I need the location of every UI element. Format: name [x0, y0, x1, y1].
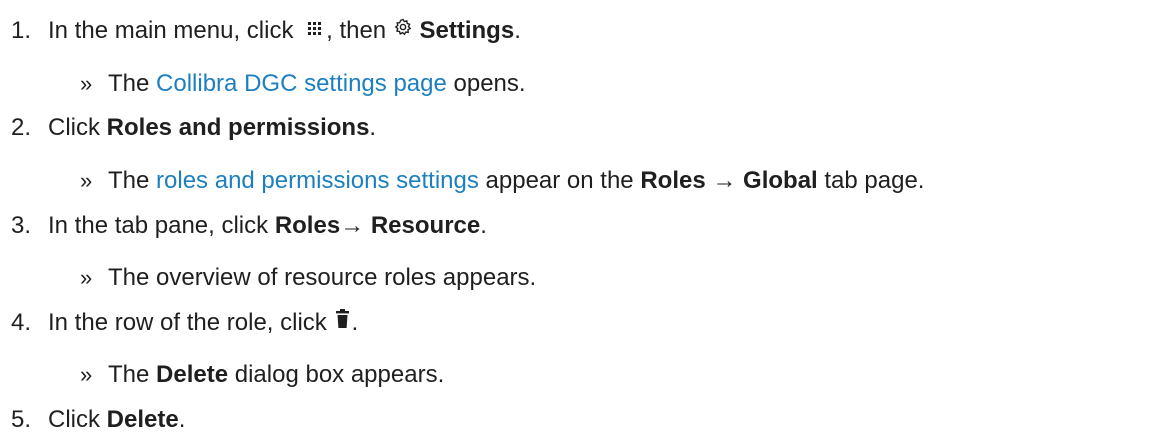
- result-marker: »: [80, 362, 93, 387]
- step-text: In the main menu, click , then Settings.: [48, 17, 521, 44]
- grid-menu-icon: [300, 19, 326, 39]
- step-number: 5.: [11, 406, 32, 433]
- roles-permissions-label: Roles and permissions: [106, 114, 370, 141]
- step-number: 2.: [11, 114, 32, 141]
- result-marker: »: [80, 71, 93, 96]
- delete-label: Delete: [106, 406, 179, 433]
- gear-icon: [393, 17, 413, 37]
- step-text: In the tab pane, click Roles→ Resource.: [48, 212, 487, 239]
- step-number: 1.: [11, 17, 32, 44]
- step-text: In the row of the role, click .: [48, 308, 359, 336]
- step-text: Click Roles and permissions.: [48, 114, 377, 141]
- result-marker: »: [80, 265, 93, 290]
- step-number: 4.: [11, 309, 32, 336]
- roles-permissions-settings-link[interactable]: roles and permissions settings: [156, 167, 479, 194]
- trash-icon: [333, 308, 351, 330]
- result-marker: »: [80, 168, 93, 193]
- settings-label: Settings: [419, 17, 515, 44]
- step-text: Click Delete.: [48, 406, 186, 433]
- step-number: 3.: [11, 212, 32, 239]
- settings-page-link[interactable]: Collibra DGC settings page: [156, 70, 447, 97]
